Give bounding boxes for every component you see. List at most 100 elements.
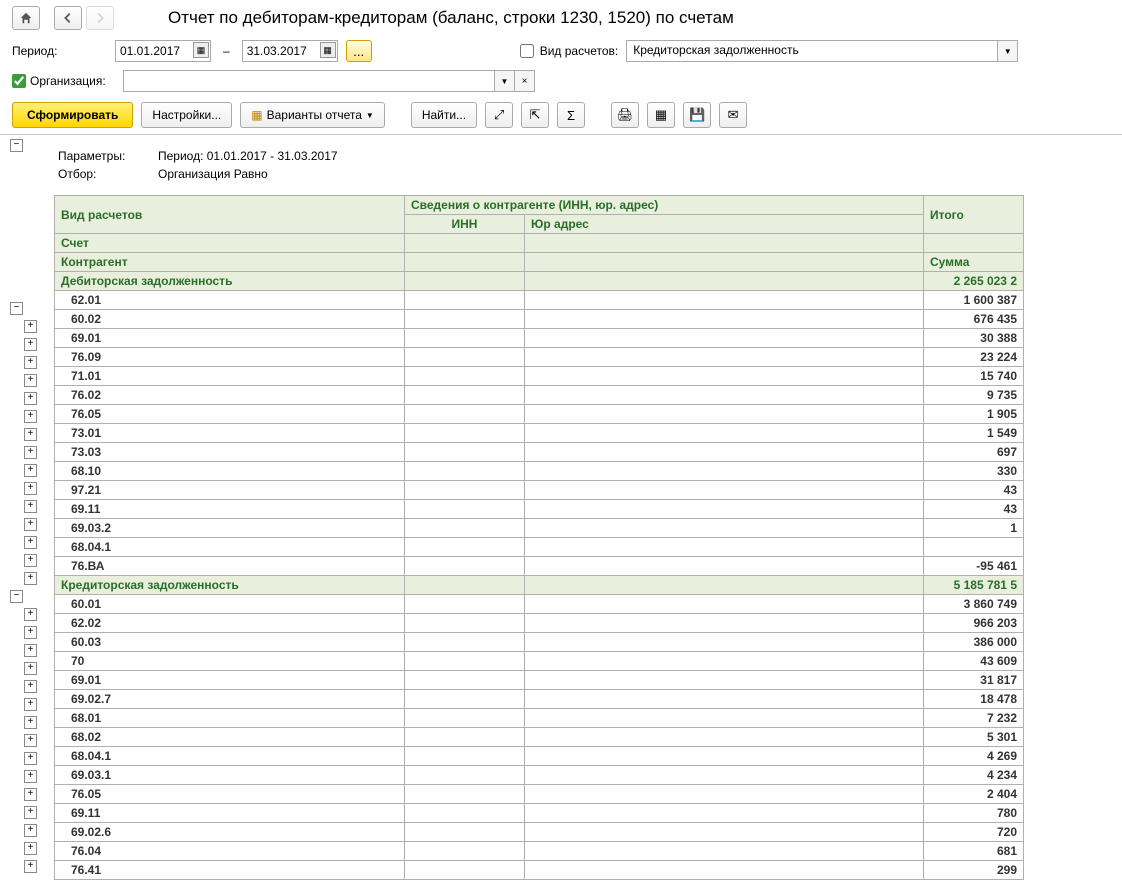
calc-type-label: Вид расчетов:	[540, 44, 619, 58]
row-expand-button[interactable]: +	[24, 338, 37, 351]
row-expand-button[interactable]: +	[24, 320, 37, 333]
form-button[interactable]: Сформировать	[12, 102, 133, 128]
back-button[interactable]	[54, 6, 82, 30]
value-cell: 299	[924, 861, 1024, 880]
value-cell: 18 478	[924, 690, 1024, 709]
row-expand-button[interactable]: +	[24, 824, 37, 837]
row-expand-button[interactable]: +	[24, 860, 37, 873]
row-expand-button[interactable]: +	[24, 464, 37, 477]
row-expand-button[interactable]: +	[24, 734, 37, 747]
collapse-icon[interactable]: ⇱	[521, 102, 549, 128]
period-label: Период:	[12, 44, 107, 58]
value-cell: 1 600 387	[924, 291, 1024, 310]
calendar-icon[interactable]: ▦	[320, 42, 336, 58]
period-picker-button[interactable]: ...	[346, 40, 372, 62]
value-cell: 30 388	[924, 329, 1024, 348]
account-cell: 68.01	[55, 709, 405, 728]
row-expand-button[interactable]: +	[24, 518, 37, 531]
value-cell: 720	[924, 823, 1024, 842]
dropdown-icon[interactable]: ▼	[997, 41, 1017, 61]
row-expand-button[interactable]: +	[24, 428, 37, 441]
settings-button[interactable]: Настройки...	[141, 102, 232, 128]
value-cell: 3 860 749	[924, 595, 1024, 614]
print-icon[interactable]: 🖨	[611, 102, 639, 128]
row-expand-button[interactable]: +	[24, 626, 37, 639]
row-expand-button[interactable]: +	[24, 752, 37, 765]
group-name: Дебиторская задолженность	[55, 272, 405, 291]
row-expand-button[interactable]: +	[24, 680, 37, 693]
mail-icon[interactable]: ✉	[719, 102, 747, 128]
value-cell: 43 609	[924, 652, 1024, 671]
calendar-icon[interactable]: ▦	[193, 42, 209, 58]
clear-icon[interactable]: ×	[514, 71, 534, 91]
row-expand-button[interactable]: +	[24, 806, 37, 819]
row-expand-button[interactable]: +	[24, 374, 37, 387]
group-toggle-button[interactable]: −	[10, 302, 23, 315]
account-cell: 60.03	[55, 633, 405, 652]
row-expand-button[interactable]: +	[24, 356, 37, 369]
params-value: Период: 01.01.2017 - 31.03.2017	[158, 147, 338, 165]
value-cell: 31 817	[924, 671, 1024, 690]
account-cell: 76.02	[55, 386, 405, 405]
value-cell: 9 735	[924, 386, 1024, 405]
row-expand-button[interactable]: +	[24, 698, 37, 711]
row-expand-button[interactable]: +	[24, 644, 37, 657]
sum-icon[interactable]: Σ	[557, 102, 585, 128]
value-cell: 1 549	[924, 424, 1024, 443]
header-sved: Сведения о контрагенте (ИНН, юр. адрес)	[405, 196, 924, 215]
value-cell: 43	[924, 481, 1024, 500]
account-cell: 76.05	[55, 785, 405, 804]
account-cell: 76.ВА	[55, 557, 405, 576]
expand-icon[interactable]: ⤢	[485, 102, 513, 128]
group-toggle-button[interactable]: −	[10, 590, 23, 603]
account-cell: 69.03.2	[55, 519, 405, 538]
row-expand-button[interactable]: +	[24, 842, 37, 855]
find-button[interactable]: Найти...	[411, 102, 477, 128]
header-contragent: Контрагент	[55, 253, 405, 272]
account-cell: 71.01	[55, 367, 405, 386]
dropdown-icon[interactable]: ▼	[494, 71, 514, 91]
account-cell: 68.04.1	[55, 747, 405, 766]
row-expand-button[interactable]: +	[24, 410, 37, 423]
row-expand-button[interactable]: +	[24, 500, 37, 513]
value-cell: 4 269	[924, 747, 1024, 766]
row-expand-button[interactable]: +	[24, 536, 37, 549]
account-cell: 76.09	[55, 348, 405, 367]
calc-type-select[interactable]: Кредиторская задолженность	[627, 41, 997, 61]
account-cell: 76.04	[55, 842, 405, 861]
value-cell: 23 224	[924, 348, 1024, 367]
value-cell: 1	[924, 519, 1024, 538]
row-expand-button[interactable]: +	[24, 662, 37, 675]
home-button[interactable]	[12, 6, 40, 30]
row-expand-button[interactable]: +	[24, 482, 37, 495]
value-cell	[924, 538, 1024, 557]
row-expand-button[interactable]: +	[24, 446, 37, 459]
variants-label: Варианты отчета	[267, 108, 362, 122]
filter-value: Организация Равно	[158, 165, 268, 183]
row-expand-button[interactable]: +	[24, 392, 37, 405]
row-expand-button[interactable]: +	[24, 716, 37, 729]
org-checkbox[interactable]	[12, 74, 26, 88]
forward-button[interactable]	[86, 6, 114, 30]
group-total: 2 265 023 2	[924, 272, 1024, 291]
row-expand-button[interactable]: +	[24, 770, 37, 783]
header-vid: Вид расчетов	[55, 196, 405, 234]
variants-button[interactable]: ▦ Варианты отчета ▼	[240, 102, 385, 128]
row-expand-button[interactable]: +	[24, 608, 37, 621]
value-cell: 676 435	[924, 310, 1024, 329]
account-cell: 69.11	[55, 500, 405, 519]
save-icon[interactable]: 💾	[683, 102, 711, 128]
collapse-all-button[interactable]: −	[10, 139, 23, 152]
account-cell: 69.03.1	[55, 766, 405, 785]
row-expand-button[interactable]: +	[24, 788, 37, 801]
row-expand-button[interactable]: +	[24, 572, 37, 585]
date-separator: –	[223, 44, 230, 58]
account-cell: 69.01	[55, 329, 405, 348]
row-expand-button[interactable]: +	[24, 554, 37, 567]
account-cell: 97.21	[55, 481, 405, 500]
org-select[interactable]	[124, 71, 494, 91]
value-cell: -95 461	[924, 557, 1024, 576]
table-icon[interactable]: ▦	[647, 102, 675, 128]
calc-type-checkbox[interactable]	[520, 44, 534, 58]
account-cell: 68.04.1	[55, 538, 405, 557]
